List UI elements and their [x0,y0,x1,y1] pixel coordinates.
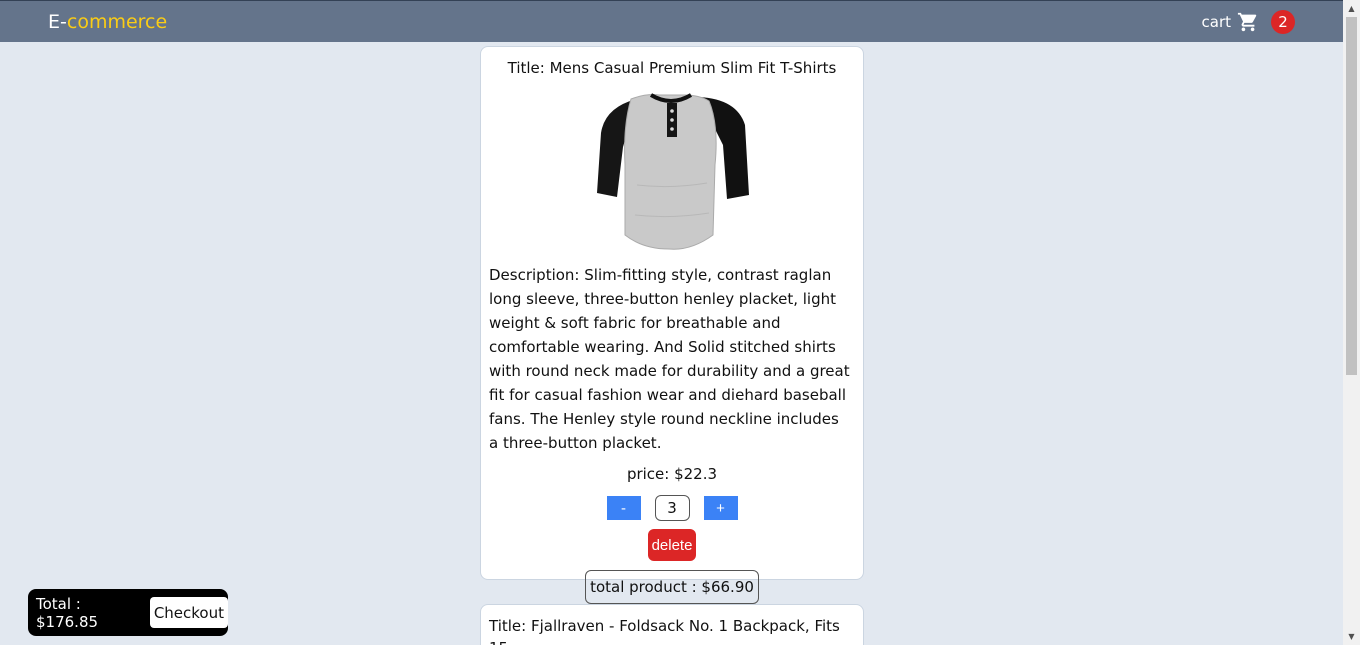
delete-button[interactable]: delete [647,529,697,561]
top-navbar: E-commerce cart 2 [0,0,1343,42]
brand-prefix: E- [48,11,67,33]
checkout-button[interactable]: Checkout [149,597,228,628]
cart-count-badge: 2 [1271,10,1295,34]
cart-link[interactable]: cart 2 [1201,10,1295,34]
product-description: Description: Slim-fitting style, contras… [489,266,850,452]
quantity-value: 3 [654,495,690,521]
scroll-down-arrow-icon[interactable]: ▼ [1343,628,1360,645]
product-title: Title: Mens Casual Premium Slim Fit T-Sh… [507,59,837,77]
product-card: Title: Fjallraven - Foldsack No. 1 Backp… [480,604,864,645]
vertical-scrollbar[interactable]: ▲ ▼ [1343,0,1360,645]
increment-button[interactable]: + [703,496,738,520]
checkout-bar: Total : $176.85 Checkout [28,589,228,636]
product-price: price: $22.3 [626,465,718,483]
product-image [597,93,749,250]
product-title: Title: Fjallraven - Foldsack No. 1 Backp… [489,617,840,645]
brand-logo[interactable]: E-commerce [48,11,167,33]
scrollbar-thumb[interactable] [1346,17,1357,375]
brand-rest: commerce [66,11,168,33]
product-card: Title: Mens Casual Premium Slim Fit T-Sh… [480,46,864,604]
cart-label: cart [1201,13,1232,31]
shopping-cart-icon[interactable] [1237,11,1259,33]
scroll-up-arrow-icon[interactable]: ▲ [1343,0,1360,17]
quantity-stepper: - 3 + [489,495,855,521]
product-total: total product : $66.90 [585,570,759,604]
cart-total: Total : $176.85 [36,594,99,631]
decrement-button[interactable]: - [606,496,641,520]
